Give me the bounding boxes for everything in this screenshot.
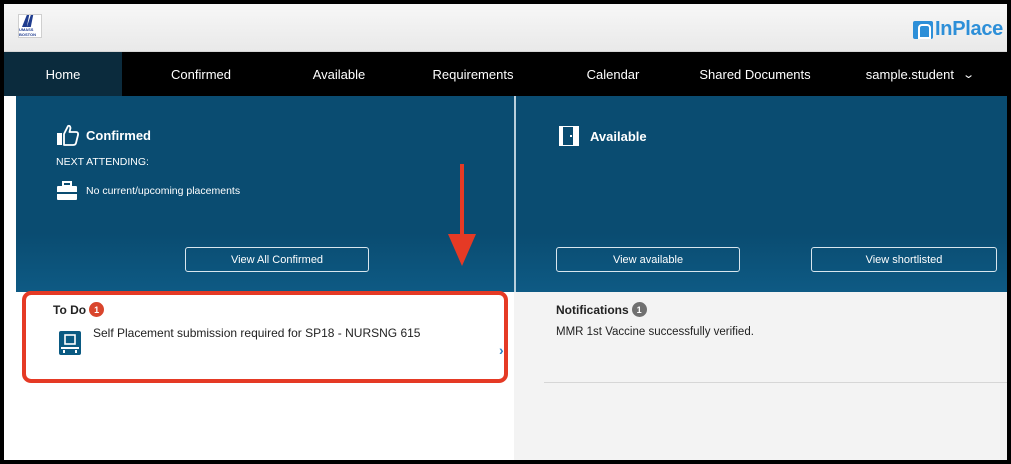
view-all-confirmed-button[interactable]: View All Confirmed [185, 247, 369, 272]
next-attending-label: NEXT ATTENDING: [56, 156, 149, 168]
notifications-title: Notifications 1 [556, 302, 647, 317]
available-title: Available [558, 124, 647, 148]
university-logo[interactable]: UMASS BOSTON [18, 14, 42, 38]
view-available-button[interactable]: View available [556, 247, 740, 272]
nav-requirements[interactable]: Requirements [398, 52, 548, 96]
nav-confirmed[interactable]: Confirmed [122, 52, 280, 96]
notifications-title-text: Notifications [556, 302, 629, 317]
briefcase-icon [57, 181, 77, 200]
top-header: UMASS BOSTON InPlace [4, 4, 1007, 52]
user-menu[interactable]: sample.student ⌄ [832, 52, 1007, 96]
todo-highlight-box [22, 291, 508, 383]
notifications-section: Notifications 1 MMR 1st Vaccine successf… [514, 292, 1007, 460]
available-title-text: Available [590, 128, 647, 144]
nav-home[interactable]: Home [4, 52, 122, 96]
notifications-divider [544, 382, 1007, 383]
available-panel: Available View available View shortliste… [514, 96, 1007, 292]
view-shortlisted-button[interactable]: View shortlisted [811, 247, 997, 272]
inplace-logo-icon [913, 20, 934, 39]
door-icon [559, 126, 579, 146]
logo-text: UMASS BOSTON [19, 27, 37, 37]
chevron-down-icon: ⌄ [962, 68, 976, 81]
nav-calendar[interactable]: Calendar [548, 52, 678, 96]
confirmed-panel: Confirmed NEXT ATTENDING: No current/upc… [16, 96, 514, 292]
inplace-brand[interactable]: InPlace [913, 18, 1003, 41]
confirmed-title: Confirmed [56, 124, 151, 146]
user-name: sample.student [865, 66, 954, 82]
brand-name: InPlace [935, 18, 1003, 40]
placement-row: No current/upcoming placements [56, 180, 240, 202]
nav-available[interactable]: Available [280, 52, 398, 96]
notifications-count-badge: 1 [631, 302, 647, 317]
notification-item[interactable]: MMR 1st Vaccine successfully verified. [556, 326, 754, 338]
nav-shared-documents[interactable]: Shared Documents [678, 52, 832, 96]
no-placements-text: No current/upcoming placements [86, 185, 241, 197]
thumbs-up-icon [57, 124, 79, 146]
confirmed-title-text: Confirmed [86, 127, 151, 143]
main-nav: Home Confirmed Available Requirements Ca… [4, 52, 1007, 96]
down-arrow-icon [448, 164, 476, 266]
logo-mark-icon [22, 15, 34, 27]
app-frame: UMASS BOSTON InPlace Home Confirmed Avai… [4, 4, 1007, 460]
